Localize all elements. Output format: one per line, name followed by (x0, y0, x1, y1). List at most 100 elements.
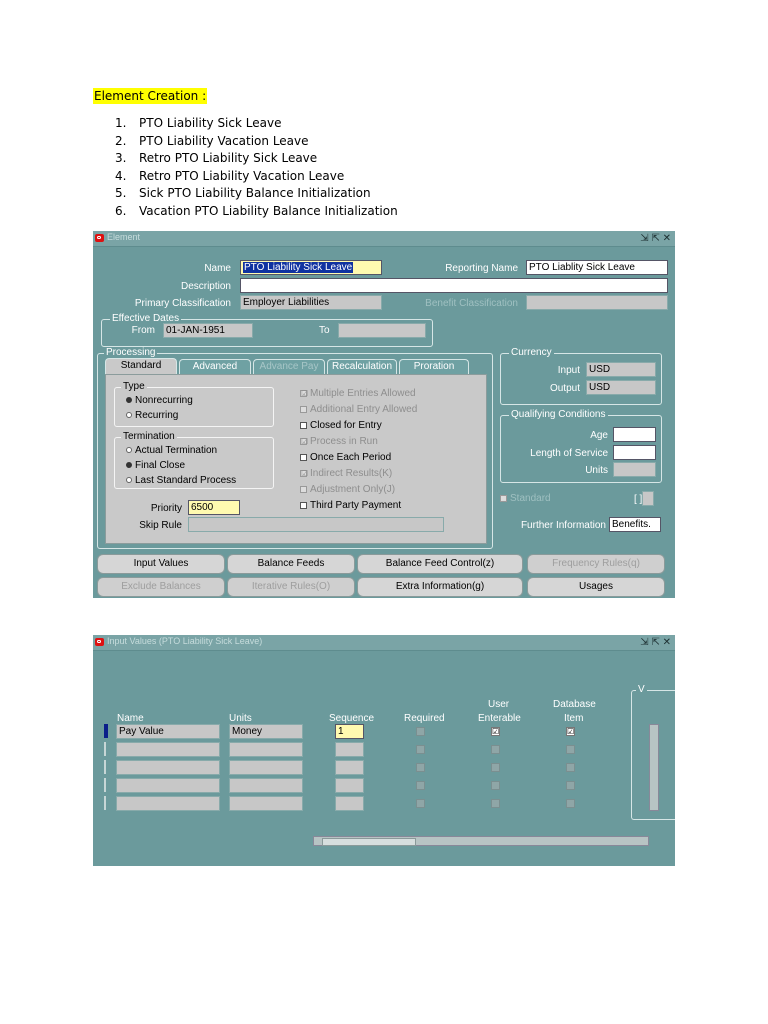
required-checkbox[interactable] (416, 745, 425, 754)
list-item: 3. Retro PTO Liability Sick Leave (115, 151, 318, 166)
window-controls-icon[interactable]: ⇲ ⇱ ✕ (640, 231, 671, 246)
length-of-service-field[interactable] (613, 445, 656, 460)
balance-feeds-button[interactable]: Balance Feeds (227, 554, 355, 574)
current-record-indicator (104, 724, 108, 738)
user-enterable-checkbox[interactable] (491, 781, 500, 790)
required-checkbox[interactable] (416, 727, 425, 736)
input-name-field[interactable] (116, 742, 220, 757)
input-units-field[interactable] (229, 778, 303, 793)
age-field[interactable] (613, 427, 656, 442)
input-units-field[interactable] (229, 742, 303, 757)
list-item: 5. Sick PTO Liability Balance Initializat… (115, 186, 371, 201)
input-units-field[interactable]: Money (229, 724, 303, 739)
radio-unselected-icon (126, 412, 132, 419)
standard-checkbox[interactable]: Standard (500, 493, 551, 505)
iterative-rules-button[interactable]: Iterative Rules(O) (227, 577, 355, 597)
further-information-field[interactable]: Benefits. (609, 517, 661, 532)
flexfield-box[interactable] (642, 491, 654, 506)
priority-field[interactable]: 6500 (188, 500, 240, 515)
radio-selected-icon (126, 397, 132, 404)
input-name-field[interactable] (116, 760, 220, 775)
input-sequence-field[interactable] (335, 742, 364, 757)
process-in-run-checkbox[interactable]: ☑ Process in Run (300, 436, 378, 448)
window-controls-icon[interactable]: ⇲ ⇱ ✕ (640, 635, 671, 650)
required-checkbox[interactable] (416, 799, 425, 808)
input-name-field[interactable] (116, 796, 220, 811)
once-each-period-checkbox[interactable]: Once Each Period (300, 452, 391, 464)
frequency-rules-button[interactable]: Frequency Rules(q) (527, 554, 665, 574)
output-currency-field[interactable]: USD (586, 380, 656, 395)
database-item-checkbox[interactable] (566, 781, 575, 790)
primary-classification-field[interactable]: Employer Liabilities (240, 295, 382, 310)
user-enterable-checkbox[interactable]: ☑ (491, 727, 500, 736)
required-checkbox[interactable] (416, 763, 425, 772)
input-name-field[interactable] (116, 778, 220, 793)
input-units-field[interactable] (229, 796, 303, 811)
input-name-field[interactable]: Pay Value (116, 724, 220, 739)
extra-information-button[interactable]: Extra Information(g) (357, 577, 523, 597)
tab-recalculation[interactable]: Recalculation (327, 359, 397, 374)
tab-advance-pay[interactable]: Advance Pay (253, 359, 325, 374)
validation-group-label: V (636, 684, 647, 696)
output-currency-label: Output (549, 383, 580, 394)
reporting-name-field[interactable]: PTO Liablity Sick Leave (526, 260, 668, 275)
adjustment-only-checkbox[interactable]: Adjustment Only(J) (300, 484, 395, 496)
record-indicator (104, 742, 106, 756)
input-sequence-field[interactable] (335, 796, 364, 811)
exclude-balances-button[interactable]: Exclude Balances (97, 577, 225, 597)
doc-heading: Element Creation : (93, 88, 208, 104)
multiple-entries-checkbox[interactable]: ☑ Multiple Entries Allowed (300, 388, 416, 400)
description-label: Description (180, 281, 231, 292)
database-item-checkbox[interactable]: ☑ (566, 727, 575, 736)
units-field[interactable] (613, 462, 656, 477)
third-party-payment-checkbox[interactable]: Third Party Payment (300, 500, 401, 512)
to-label: To (319, 325, 330, 336)
skip-rule-field[interactable] (188, 517, 444, 532)
database-item-checkbox[interactable] (566, 799, 575, 808)
col-header-database-item-1: Database (553, 699, 596, 710)
input-values-button[interactable]: Input Values (97, 554, 225, 574)
user-enterable-checkbox[interactable] (491, 763, 500, 772)
description-field[interactable] (240, 278, 668, 293)
database-item-checkbox[interactable] (566, 745, 575, 754)
actual-termination-radio[interactable]: Actual Termination (126, 445, 217, 457)
tab-standard[interactable]: Standard (105, 358, 177, 375)
required-checkbox[interactable] (416, 781, 425, 790)
recurring-radio[interactable]: Recurring (126, 410, 178, 422)
termination-label: Termination (121, 431, 177, 443)
final-close-radio[interactable]: Final Close (126, 460, 185, 472)
input-sequence-field[interactable]: 1 (335, 724, 364, 739)
user-enterable-checkbox[interactable] (491, 745, 500, 754)
col-header-database-item-2: Item (564, 713, 584, 724)
window-title: Element (107, 232, 141, 242)
database-item-checkbox[interactable] (566, 763, 575, 772)
checkbox-icon (500, 494, 507, 502)
input-sequence-field[interactable] (335, 760, 364, 775)
input-values-window: Input Values (PTO Liability Sick Leave) … (93, 635, 675, 866)
horizontal-scrollbar[interactable] (313, 836, 649, 846)
usages-button[interactable]: Usages (527, 577, 665, 597)
input-units-field[interactable] (229, 760, 303, 775)
radio-unselected-icon (126, 477, 132, 484)
benefit-classification-field[interactable] (526, 295, 668, 310)
nonrecurring-radio[interactable]: Nonrecurring (126, 395, 193, 407)
user-enterable-checkbox[interactable] (491, 799, 500, 808)
priority-label: Priority (150, 503, 182, 514)
additional-entry-checkbox[interactable]: Additional Entry Allowed (300, 404, 417, 416)
col-header-user-enterable-1: User (488, 699, 510, 710)
input-currency-field[interactable]: USD (586, 362, 656, 377)
indirect-results-checkbox[interactable]: ☑ Indirect Results(K) (300, 468, 392, 480)
from-date-field[interactable]: 01-JAN-1951 (163, 323, 253, 338)
name-field[interactable]: PTO Liability Sick Leave (240, 260, 382, 275)
input-sequence-field[interactable] (335, 778, 364, 793)
balance-feed-control-button[interactable]: Balance Feed Control(z) (357, 554, 523, 574)
to-date-field[interactable] (338, 323, 426, 338)
closed-for-entry-checkbox[interactable]: Closed for Entry (300, 420, 382, 432)
scrollbar-thumb[interactable] (322, 838, 416, 846)
vertical-scrollbar[interactable] (649, 724, 659, 811)
tab-proration[interactable]: Proration (399, 359, 469, 374)
oracle-logo-icon (95, 638, 104, 646)
tab-advanced[interactable]: Advanced (179, 359, 251, 374)
last-standard-process-radio[interactable]: Last Standard Process (126, 475, 236, 487)
element-list: 1. PTO Liability Sick Leave 2. PTO Liabili… (115, 115, 398, 221)
